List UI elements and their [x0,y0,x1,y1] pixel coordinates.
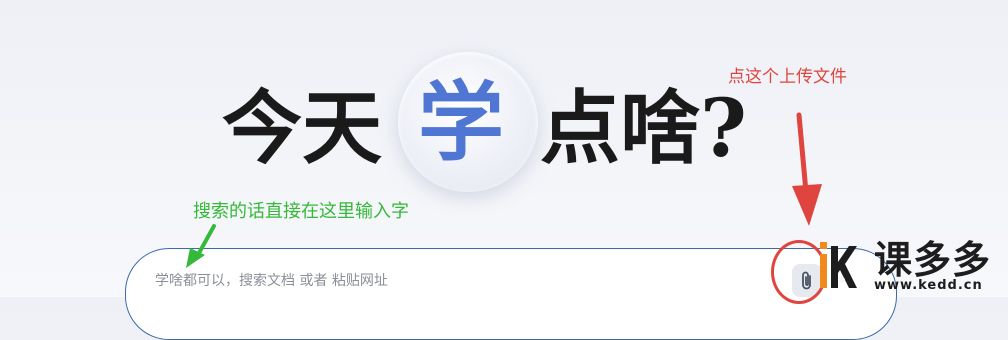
search-hint-annotation: 搜索的话直接在这里输入字 [193,201,409,222]
hero-title-part2: 点啥? [540,81,747,175]
watermark-url: www.kedd.cn [874,278,983,293]
watermark-brand: 课多多 [874,238,992,282]
search-input[interactable] [155,270,715,292]
watermark-logo [820,242,857,288]
watermark: 课多多 www.kedd.cn [812,236,1008,297]
hero-title-part1: 今天 [222,81,382,175]
upload-hint-annotation: 点这个上传文件 [728,67,847,87]
hero-title-highlight: 学 [418,72,504,173]
